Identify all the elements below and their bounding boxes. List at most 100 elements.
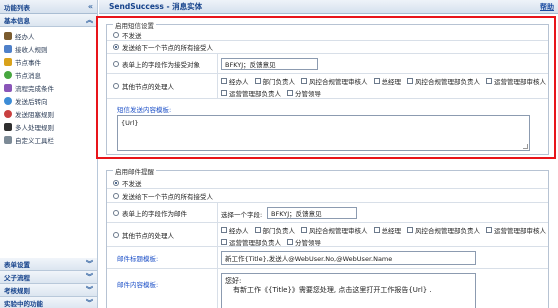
checkbox[interactable] (287, 239, 293, 245)
title-bar: SendSuccess - 消息实体 帮助 (99, 0, 558, 14)
mail-option-none[interactable]: 不发送 (107, 178, 142, 188)
checkbox[interactable] (407, 227, 413, 233)
collapse-icon[interactable]: « (88, 2, 93, 11)
radio-button[interactable] (113, 209, 119, 216)
sidebar-section-form-settings[interactable]: 表单设置 ︾ (0, 258, 97, 271)
mail-content-textarea[interactable]: 您好: 有新工作《{Title}》需要您处理, 点击这里打开工作报告{Url} … (221, 273, 476, 308)
checkbox[interactable] (254, 78, 261, 84)
mail-option-field[interactable]: 表单上的字段作为邮件 (107, 208, 187, 218)
mail-settings-group: 启用邮件提醒 不发送 发送给下一个节点的所有接受人 表单上的字段作为邮件 选择一… (106, 166, 549, 308)
sms-option-none[interactable]: 不发送 (107, 30, 142, 40)
mail-check-ops-reviewer[interactable]: 运营管理部审核人 (486, 225, 546, 235)
chevron-up-icon[interactable]: ︽ (86, 15, 93, 25)
condition-icon (4, 83, 12, 92)
mail-option-other-row: 其他节点的处理人 经办人 部门负责人 风控合规管理审核人 总经理 风控合规管理部… (107, 223, 548, 247)
sidebar-item-receiver-rules[interactable]: 接收人规则 (4, 42, 97, 55)
sms-option-field-row: 表单上的字段作为接受对象 BFKYJ；反馈意见 (107, 54, 548, 74)
main-panel: 启用短信设置 不发送 发送给下一个节点的所有接受人 表单上的字段作为接受对象 B… (99, 14, 558, 308)
sidebar-section-subflow[interactable]: 父子流程 ︾ (0, 271, 97, 284)
radio-button[interactable] (113, 179, 119, 186)
mail-content-label: 邮件内容模板: (117, 281, 159, 289)
mail-title-input[interactable]: 新工作{Title},发送人@WebUser.No,@WebUser.Name (221, 251, 476, 265)
page-title: SendSuccess - 消息实体 (109, 2, 203, 11)
checkbox[interactable] (486, 78, 492, 84)
mail-option-other[interactable]: 其他节点的处理人 (107, 230, 174, 240)
chevron-down-icon[interactable]: ︾ (86, 259, 93, 269)
sms-field-input[interactable]: BFKYJ；反馈意见 (221, 58, 318, 70)
mail-check-ops-head[interactable]: 运营管理部负责人 (221, 237, 281, 247)
sms-check-ops-reviewer[interactable]: 运营管理部审核人 (486, 76, 546, 86)
sidebar-section-assessment[interactable]: 考核规则 ︾ (0, 284, 97, 297)
radio-button[interactable] (113, 31, 119, 38)
checkbox[interactable] (221, 227, 227, 233)
sidebar-item-label: 节点消息 (15, 71, 41, 80)
multi-user-icon (4, 122, 12, 131)
mail-check-leader[interactable]: 分管领导 (287, 237, 321, 247)
sms-option-next-row: 发送给下一个节点的所有接受人 (107, 41, 548, 54)
sms-template-textarea[interactable]: {Url} (117, 115, 530, 151)
resize-handle[interactable] (523, 144, 528, 149)
mail-check-handler[interactable]: 经办人 (221, 225, 249, 235)
radio-button[interactable] (113, 192, 119, 199)
mail-check-risk-dept-head[interactable]: 风控合规管理部负责人 (407, 225, 480, 235)
sidebar-item-handler[interactable]: 经办人 (4, 29, 97, 42)
sidebar-item-completion-conditions[interactable]: 流程完成条件 (4, 81, 97, 94)
sidebar-item-node-events[interactable]: 节点事件 (4, 55, 97, 68)
checkbox[interactable] (373, 78, 380, 84)
sms-option-other[interactable]: 其他节点的处理人 (107, 81, 174, 91)
checkbox[interactable] (301, 227, 307, 233)
sidebar-item-multi-user-rules[interactable]: 多人处理规则 (4, 120, 97, 133)
sidebar-section-label: 基本信息 (4, 17, 30, 25)
checkbox[interactable] (221, 78, 227, 84)
checkbox[interactable] (221, 239, 227, 245)
sms-check-gm[interactable]: 总经理 (373, 76, 401, 86)
sidebar-header: 功能列表 « (0, 0, 97, 14)
radio-button[interactable] (113, 83, 119, 89)
checkbox[interactable] (221, 90, 227, 96)
sidebar-item-label: 发送后转向 (15, 97, 48, 106)
sms-check-handler[interactable]: 经办人 (221, 76, 249, 86)
checkbox[interactable] (373, 227, 380, 233)
sms-option-none-row: 不发送 (107, 29, 548, 41)
mail-legend: 启用邮件提醒 (113, 166, 156, 176)
checkbox[interactable] (254, 227, 261, 233)
chevron-down-icon[interactable]: ︾ (86, 298, 93, 308)
sidebar-section-experimental[interactable]: 实验中的功能 ︾ (0, 297, 97, 308)
chevron-down-icon[interactable]: ︾ (86, 285, 93, 295)
sidebar-item-block-rules[interactable]: 发送阻塞规则 (4, 107, 97, 120)
sms-option-field[interactable]: 表单上的字段作为接受对象 (107, 59, 200, 69)
mail-option-none-row: 不发送 (107, 177, 548, 189)
sms-template-label: 短信发送内容模板: (117, 106, 172, 114)
sidebar-section-basic[interactable]: 基本信息 ︽ (0, 14, 97, 27)
radio-button[interactable] (113, 44, 119, 50)
sidebar-item-custom-toolbar[interactable]: 自定义工具栏 (4, 133, 97, 146)
checkbox[interactable] (407, 78, 413, 84)
mail-title-label: 邮件标题模板: (117, 254, 159, 263)
sms-check-risk-reviewer[interactable]: 风控合规管理审核人 (301, 76, 368, 86)
mail-content-line1: 您好: (225, 277, 242, 285)
radio-button[interactable] (113, 231, 119, 238)
radio-button[interactable] (113, 60, 119, 67)
mail-node-checkboxes: 经办人 部门负责人 风控合规管理审核人 总经理 风控合规管理部负责人 运营管理部… (221, 225, 546, 247)
sms-option-next[interactable]: 发送给下一个节点的所有接受人 (107, 42, 213, 52)
checkbox[interactable] (287, 90, 293, 96)
checkbox[interactable] (301, 78, 307, 84)
sms-check-ops-head[interactable]: 运营管理部负责人 (221, 88, 281, 98)
mail-field-input[interactable]: BFKYJ；反馈意见 (267, 207, 357, 219)
mail-check-dept-head[interactable]: 部门负责人 (254, 225, 295, 235)
sidebar-item-node-messages[interactable]: 节点消息 (4, 68, 97, 81)
redirect-icon (4, 96, 12, 105)
help-link[interactable]: 帮助 (540, 2, 554, 12)
sms-check-dept-head[interactable]: 部门负责人 (254, 76, 295, 86)
sms-check-leader[interactable]: 分管领导 (287, 88, 321, 98)
mail-option-next[interactable]: 发送给下一个节点的所有接受人 (107, 191, 213, 201)
sms-template-value: {Url} (121, 119, 139, 127)
chevron-down-icon[interactable]: ︾ (86, 272, 93, 282)
sidebar-item-label: 自定义工具栏 (15, 136, 54, 145)
block-icon (4, 109, 12, 118)
mail-check-gm[interactable]: 总经理 (373, 225, 401, 235)
checkbox[interactable] (486, 227, 492, 233)
sidebar-item-redirect[interactable]: 发送后转向 (4, 94, 97, 107)
mail-check-risk-reviewer[interactable]: 风控合规管理审核人 (301, 225, 368, 235)
sms-check-risk-dept-head[interactable]: 风控合规管理部负责人 (407, 76, 480, 86)
